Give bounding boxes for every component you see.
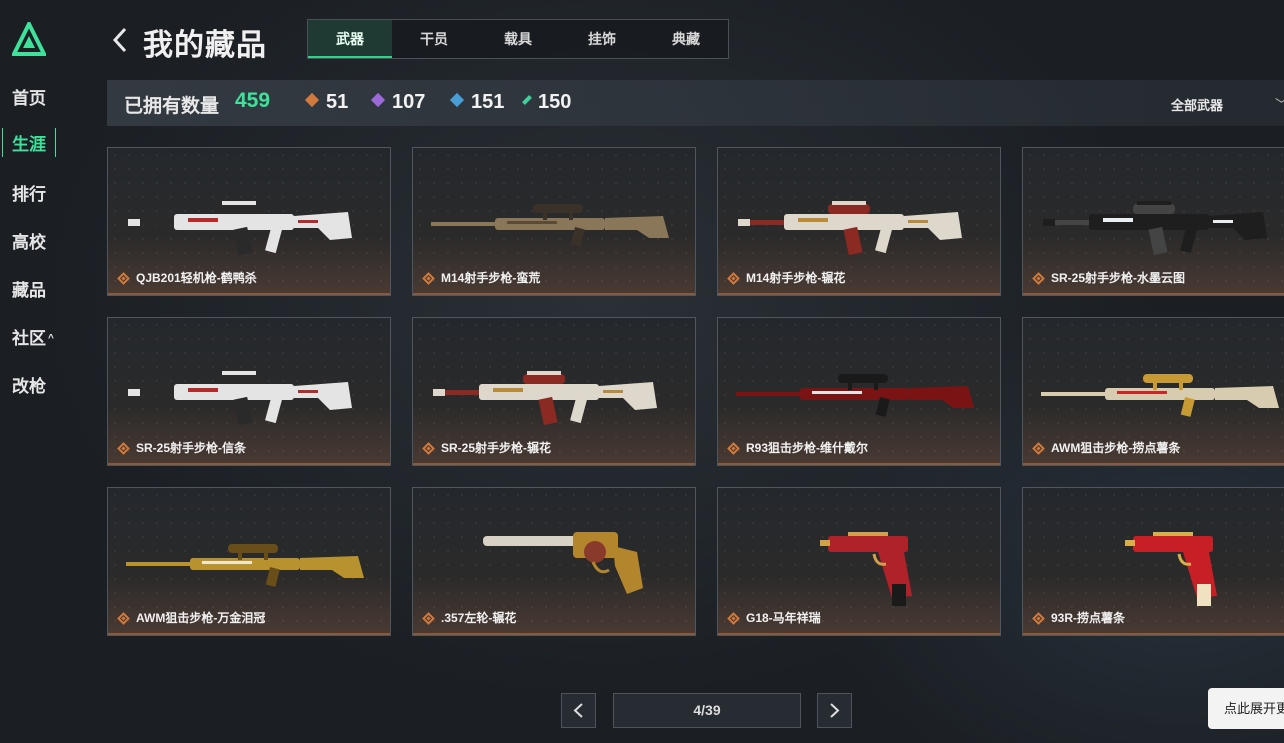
sidebar-item-community[interactable]: 社区 ^ xyxy=(12,324,54,349)
rarity-count-value: 150 xyxy=(538,91,572,113)
weapon-image xyxy=(1125,532,1217,606)
orange-rarity-icon xyxy=(1032,272,1045,285)
orange-rarity-icon xyxy=(422,272,435,285)
category-tabs: 武器 干员 载具 挂饰 典藏 xyxy=(307,19,729,59)
sidebar-item-label: 高校 xyxy=(12,233,46,252)
expand-more-button[interactable]: 点此展开更多 xyxy=(1208,688,1284,729)
rarity-count-value: 151 xyxy=(471,91,505,113)
tab-weapons[interactable]: 武器 xyxy=(308,20,392,58)
orange-rarity-icon xyxy=(727,442,740,455)
weapon-image xyxy=(483,532,643,594)
chevron-down-icon[interactable]: ﹀ xyxy=(1275,94,1284,113)
purple-diamond-icon xyxy=(370,92,386,108)
rarity-count-green: 150 xyxy=(522,91,572,114)
sidebar-item-collection[interactable]: 藏品 xyxy=(12,276,46,301)
orange-rarity-icon xyxy=(1032,612,1045,625)
next-page-button[interactable] xyxy=(817,693,852,728)
tab-vehicles[interactable]: 载具 xyxy=(476,20,560,58)
weapon-filter-dropdown[interactable]: 全部武器 xyxy=(1171,95,1223,114)
weapon-card[interactable]: R93狙击步枪-维什戴尔 xyxy=(717,317,1001,466)
sidebar-item-college[interactable]: 高校 xyxy=(12,228,46,253)
sidebar-item-label: 藏品 xyxy=(12,281,46,300)
weapon-name: SR-25射手步枪-水墨云图 xyxy=(1051,271,1186,285)
weapon-name: AWM狙击步枪-万金泪冠 xyxy=(136,611,266,625)
orange-rarity-icon xyxy=(422,442,435,455)
prev-page-button[interactable] xyxy=(561,693,596,728)
sidebar-item-career[interactable]: 生涯 xyxy=(2,128,56,157)
owned-count-label: 已拥有数量 xyxy=(124,96,220,117)
sidebar-item-gunsmith[interactable]: 改枪 xyxy=(12,372,46,397)
chevron-left-icon xyxy=(573,703,583,718)
sidebar-item-label: 生涯 xyxy=(12,135,46,154)
weapon-name: M14射手步枪-蛮荒 xyxy=(441,271,541,285)
weapon-card[interactable]: M14射手步枪-蛮荒 xyxy=(412,147,696,296)
orange-rarity-icon xyxy=(1032,442,1045,455)
weapon-image xyxy=(820,532,912,606)
weapon-card[interactable]: SR-25射手步枪-辗花 xyxy=(412,317,696,466)
weapon-card[interactable]: QJB201轻机枪-鹤鸭杀 xyxy=(107,147,391,296)
weapon-image xyxy=(128,201,352,256)
weapon-name: SR-25射手步枪-辗花 xyxy=(441,441,552,455)
sidebar: 首页 生涯 排行 高校 藏品 社区 ^ 改枪 xyxy=(0,0,70,743)
stats-bar: 已拥有数量 459 51 107 151 150 全部武器 ﹀ xyxy=(107,80,1284,126)
orange-rarity-icon xyxy=(117,442,130,455)
weapon-image xyxy=(736,374,974,417)
weapon-image xyxy=(433,371,657,426)
rarity-count-value: 107 xyxy=(392,91,426,113)
chevron-up-icon: ^ xyxy=(48,333,54,344)
orange-rarity-icon xyxy=(727,612,740,625)
orange-rarity-icon xyxy=(117,272,130,285)
weapon-card[interactable]: SR-25射手步枪-信条 xyxy=(107,317,391,466)
orange-rarity-icon xyxy=(727,272,740,285)
rarity-count-blue: 151 xyxy=(449,91,505,114)
owned-count-value: 459 xyxy=(235,89,271,112)
weapon-card[interactable]: AWM狙击步枪-万金泪冠 xyxy=(107,487,391,636)
tab-charms[interactable]: 挂饰 xyxy=(560,20,644,58)
page-indicator: 4/39 xyxy=(613,693,801,728)
rarity-count-value: 51 xyxy=(326,91,349,113)
weapon-name: 93R-捞点薯条 xyxy=(1051,611,1126,625)
sidebar-item-ranking[interactable]: 排行 xyxy=(12,180,46,205)
weapon-name: SR-25射手步枪-信条 xyxy=(136,441,247,455)
weapon-name: QJB201轻机枪-鹤鸭杀 xyxy=(136,271,257,285)
weapon-image xyxy=(1041,374,1279,417)
sidebar-item-label: 首页 xyxy=(12,89,46,108)
weapon-name: R93狙击步枪-维什戴尔 xyxy=(746,441,869,455)
orange-diamond-icon xyxy=(304,92,320,108)
weapon-card[interactable]: SR-25射手步枪-水墨云图 xyxy=(1022,147,1284,296)
tab-operators[interactable]: 干员 xyxy=(392,20,476,58)
blue-diamond-icon xyxy=(449,92,465,108)
weapon-card[interactable]: .357左轮-辗花 xyxy=(412,487,696,636)
weapon-image xyxy=(431,204,669,247)
orange-rarity-icon xyxy=(117,612,130,625)
chevron-right-icon xyxy=(830,703,840,718)
weapon-card[interactable]: AWM狙击步枪-捞点薯条 xyxy=(1022,317,1284,466)
weapon-card[interactable]: G18-马年祥瑞 xyxy=(717,487,1001,636)
tab-collectibles[interactable]: 典藏 xyxy=(644,20,728,58)
rarity-count-purple: 107 xyxy=(370,91,426,114)
app-logo[interactable] xyxy=(12,22,46,56)
weapon-image xyxy=(738,201,962,256)
weapon-name: M14射手步枪-辗花 xyxy=(746,271,846,285)
weapon-name: .357左轮-辗花 xyxy=(441,611,517,625)
weapon-image xyxy=(126,544,364,587)
sidebar-item-label: 社区 xyxy=(12,329,46,348)
sidebar-item-home[interactable]: 首页 xyxy=(12,84,46,109)
back-arrow-icon[interactable] xyxy=(110,26,130,54)
sidebar-item-label: 排行 xyxy=(12,185,46,204)
weapon-card[interactable]: 93R-捞点薯条 xyxy=(1022,487,1284,636)
weapon-image xyxy=(1043,201,1267,256)
page-title: 我的藏品 xyxy=(143,29,267,62)
weapon-name: G18-马年祥瑞 xyxy=(746,611,821,625)
weapon-image xyxy=(128,371,352,426)
weapon-card[interactable]: M14射手步枪-辗花 xyxy=(717,147,1001,296)
weapon-name: AWM狙击步枪-捞点薯条 xyxy=(1051,441,1181,455)
orange-rarity-icon xyxy=(422,612,435,625)
sidebar-item-label: 改枪 xyxy=(12,377,46,396)
green-diamond-icon xyxy=(522,95,532,105)
rarity-count-orange: 51 xyxy=(304,91,349,114)
